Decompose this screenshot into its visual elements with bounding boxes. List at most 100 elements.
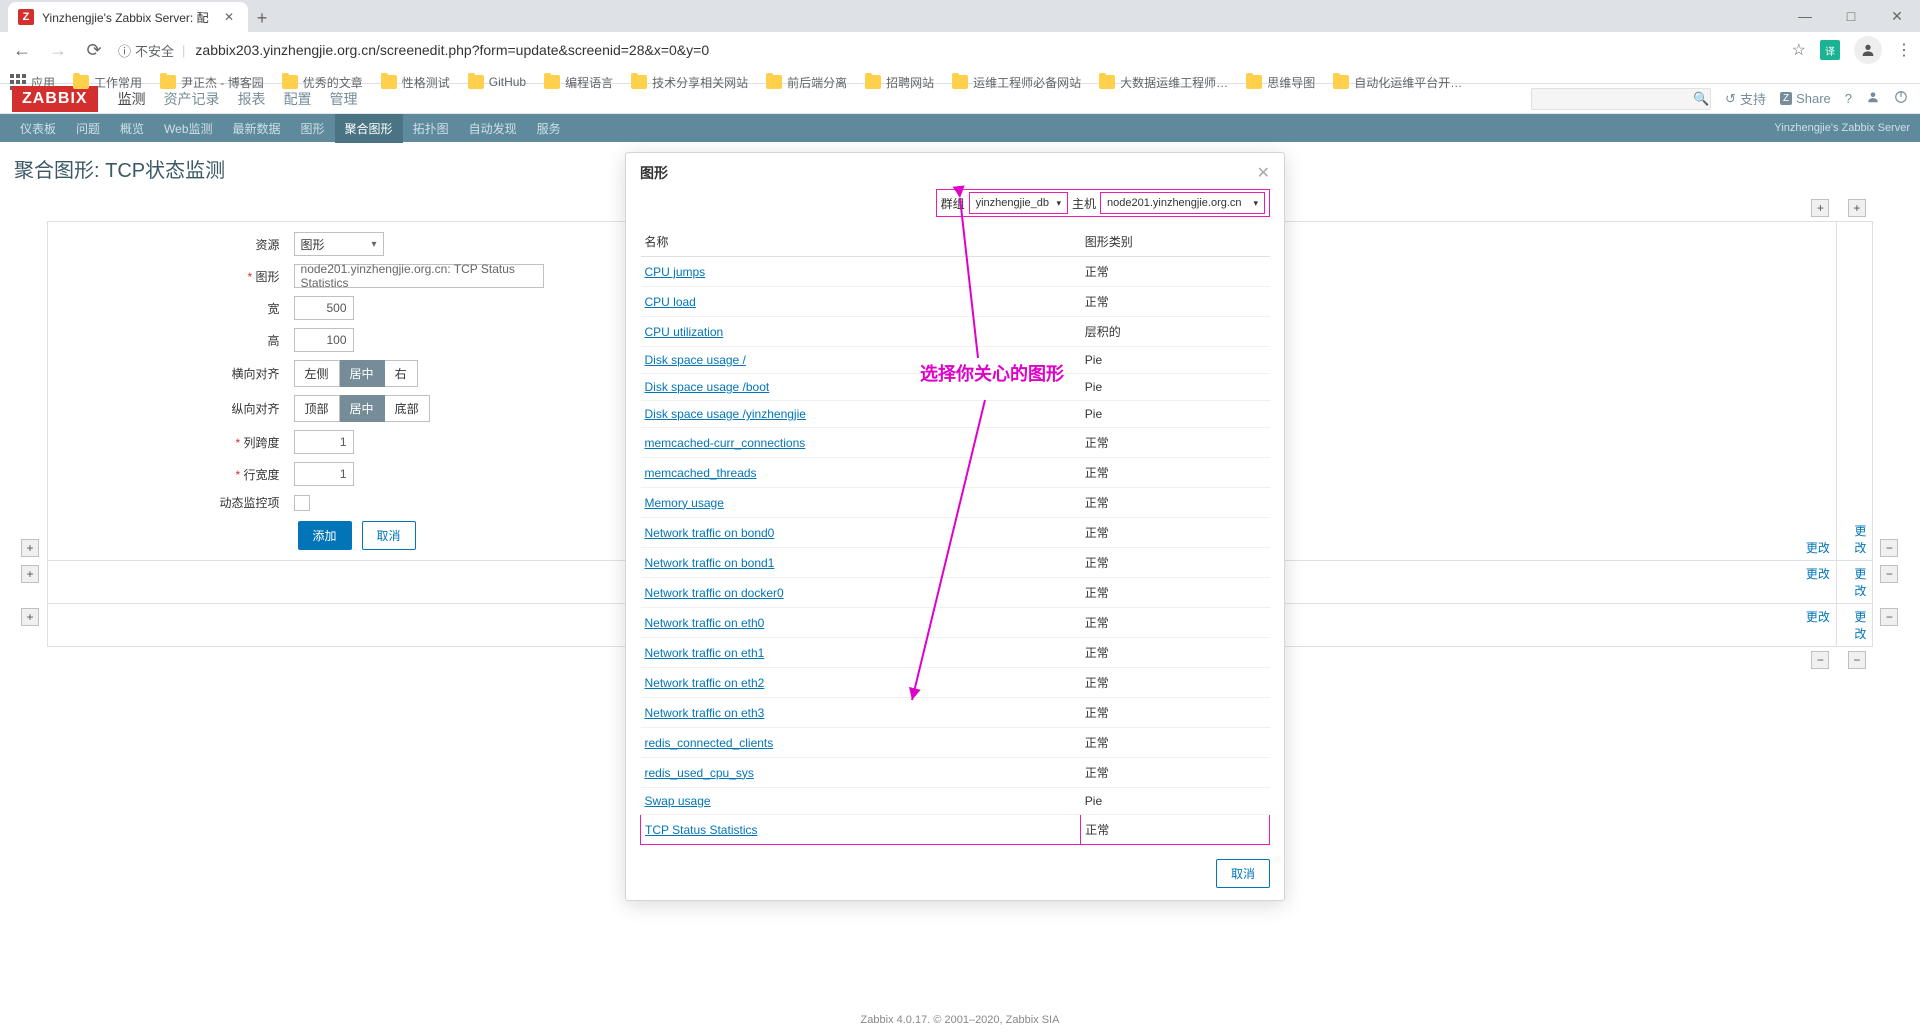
- subnav-item-3[interactable]: Web监测: [154, 114, 222, 143]
- bookmark-item-8[interactable]: 招聘网站: [865, 74, 934, 91]
- col-type[interactable]: 图形类别: [1081, 227, 1270, 257]
- graph-row[interactable]: CPU load正常: [641, 287, 1270, 317]
- halign-group-option-0[interactable]: 左侧: [294, 360, 340, 387]
- bookmark-item-3[interactable]: 性格测试: [381, 74, 450, 91]
- graph-row[interactable]: Network traffic on eth2正常: [641, 668, 1270, 698]
- change-link[interactable]: 更改: [1806, 610, 1830, 624]
- change-link[interactable]: 更改: [1806, 541, 1830, 555]
- cell-add-row-button[interactable]: +: [21, 565, 39, 583]
- halign-group-option-2[interactable]: 右: [385, 360, 418, 387]
- zabbix-logo[interactable]: ZABBIX: [12, 86, 98, 112]
- subnav-item-1[interactable]: 问题: [66, 114, 110, 143]
- window-minimize-button[interactable]: —: [1782, 0, 1828, 32]
- width-input[interactable]: [294, 296, 354, 320]
- forward-button[interactable]: →: [44, 36, 72, 64]
- window-maximize-button[interactable]: □: [1828, 0, 1874, 32]
- graph-name-link[interactable]: Network traffic on bond1: [645, 556, 775, 570]
- subnav-item-8[interactable]: 自动发现: [459, 114, 527, 143]
- graph-name-link[interactable]: Disk space usage /boot: [645, 380, 770, 394]
- halign-group-option-1[interactable]: 居中: [340, 360, 385, 387]
- rowspan-input[interactable]: [294, 462, 354, 486]
- cell-remove-row-button[interactable]: −: [1880, 539, 1898, 557]
- extension-icon[interactable]: 译: [1820, 40, 1840, 60]
- bookmark-item-11[interactable]: 思维导图: [1246, 74, 1315, 91]
- group-filter-select[interactable]: yinzhengjie_db: [969, 192, 1068, 214]
- reload-button[interactable]: ⟳: [80, 36, 108, 64]
- security-indicator[interactable]: ⓘ 不安全 |: [118, 41, 189, 60]
- change-link[interactable]: 更改: [1806, 567, 1830, 581]
- graph-name-link[interactable]: memcached_threads: [645, 466, 757, 480]
- graph-row[interactable]: Disk space usage /Pie: [641, 347, 1270, 374]
- cell-add-row-button[interactable]: +: [21, 608, 39, 626]
- graph-row[interactable]: Disk space usage /bootPie: [641, 374, 1270, 401]
- graph-row[interactable]: memcached_threads正常: [641, 458, 1270, 488]
- menu-icon[interactable]: ⋮: [1896, 40, 1912, 60]
- cancel-button[interactable]: 取消: [362, 521, 416, 550]
- valign-group-option-0[interactable]: 顶部: [294, 395, 340, 422]
- change-link[interactable]: 更改: [1854, 524, 1866, 555]
- search-icon[interactable]: 🔍: [1693, 91, 1709, 107]
- profile-icon[interactable]: [1854, 36, 1882, 64]
- new-tab-button[interactable]: +: [248, 4, 276, 32]
- colspan-input[interactable]: [294, 430, 354, 454]
- logout-icon[interactable]: [1894, 90, 1908, 107]
- cell-remove-row-button[interactable]: −: [1880, 565, 1898, 583]
- bookmark-item-10[interactable]: 大数据运维工程师…: [1099, 74, 1228, 91]
- url-field[interactable]: ⓘ 不安全 | zabbix203.yinzhengjie.org.cn/scr…: [116, 41, 1784, 60]
- valign-group-option-2[interactable]: 底部: [385, 395, 430, 422]
- bookmark-item-7[interactable]: 前后端分离: [766, 74, 847, 91]
- nav-item-3[interactable]: 配置: [284, 89, 312, 109]
- graph-name-link[interactable]: CPU load: [645, 295, 696, 309]
- graph-row[interactable]: CPU utilization层积的: [641, 317, 1270, 347]
- modal-cancel-button[interactable]: 取消: [1216, 859, 1270, 888]
- bookmark-item-12[interactable]: 自动化运维平台开…: [1333, 74, 1462, 91]
- zabbix-search[interactable]: 🔍: [1531, 88, 1711, 110]
- graph-row[interactable]: Network traffic on eth0正常: [641, 608, 1270, 638]
- cell-add-col-button[interactable]: +: [1848, 199, 1866, 217]
- search-input[interactable]: [1538, 92, 1693, 106]
- change-link[interactable]: 更改: [1854, 567, 1866, 598]
- graph-row[interactable]: CPU jumps正常: [641, 257, 1270, 287]
- nav-item-4[interactable]: 管理: [330, 89, 358, 109]
- subnav-item-0[interactable]: 仪表板: [10, 114, 66, 143]
- subnav-item-9[interactable]: 服务: [527, 114, 571, 143]
- cell-add-col-button[interactable]: +: [1811, 199, 1829, 217]
- graph-name-link[interactable]: Network traffic on eth0: [645, 616, 765, 630]
- graph-name-link[interactable]: Network traffic on docker0: [645, 586, 784, 600]
- bookmark-item-5[interactable]: 编程语言: [544, 74, 613, 91]
- resource-select[interactable]: 图形: [294, 232, 384, 256]
- graph-name-link[interactable]: TCP Status Statistics: [645, 823, 757, 837]
- graph-row[interactable]: Network traffic on eth3正常: [641, 698, 1270, 728]
- graph-name-link[interactable]: CPU jumps: [645, 265, 706, 279]
- support-link[interactable]: ↺ 支持: [1725, 89, 1766, 108]
- graph-row[interactable]: Network traffic on bond0正常: [641, 518, 1270, 548]
- dynamic-checkbox[interactable]: [294, 495, 310, 511]
- window-close-button[interactable]: ✕: [1874, 0, 1920, 32]
- graph-name-link[interactable]: memcached-curr_connections: [645, 436, 806, 450]
- graph-row[interactable]: TCP Status Statistics正常: [641, 815, 1270, 845]
- graph-name-link[interactable]: Network traffic on eth3: [645, 706, 765, 720]
- graph-row[interactable]: Memory usage正常: [641, 488, 1270, 518]
- subnav-item-2[interactable]: 概览: [110, 114, 154, 143]
- change-link[interactable]: 更改: [1854, 610, 1866, 641]
- help-icon[interactable]: ?: [1845, 91, 1852, 106]
- subnav-item-6[interactable]: 聚合图形: [335, 114, 403, 143]
- graph-name-link[interactable]: CPU utilization: [645, 325, 724, 339]
- graph-name-link[interactable]: Disk space usage /yinzhengjie: [645, 407, 806, 421]
- nav-item-2[interactable]: 报表: [238, 89, 266, 109]
- subnav-item-4[interactable]: 最新数据: [223, 114, 291, 143]
- graph-row[interactable]: Network traffic on eth1正常: [641, 638, 1270, 668]
- cell-add-row-button[interactable]: +: [21, 539, 39, 557]
- cell-remove-col-button[interactable]: −: [1811, 651, 1829, 669]
- cell-remove-row-button[interactable]: −: [1880, 608, 1898, 626]
- graph-name-link[interactable]: redis_connected_clients: [645, 736, 774, 750]
- modal-close-icon[interactable]: ✕: [1257, 163, 1270, 183]
- bookmark-item-4[interactable]: GitHub: [468, 74, 526, 91]
- browser-tab[interactable]: Z Yinzhengjie's Zabbix Server: 配 ✕: [8, 2, 248, 32]
- tab-close-icon[interactable]: ✕: [224, 10, 238, 24]
- graph-input[interactable]: node201.yinzhengjie.org.cn: TCP Status S…: [294, 264, 544, 288]
- graph-row[interactable]: memcached-curr_connections正常: [641, 428, 1270, 458]
- graph-name-link[interactable]: Swap usage: [645, 794, 711, 808]
- graph-name-link[interactable]: redis_used_cpu_sys: [645, 766, 754, 780]
- bookmark-item-6[interactable]: 技术分享相关网站: [631, 74, 748, 91]
